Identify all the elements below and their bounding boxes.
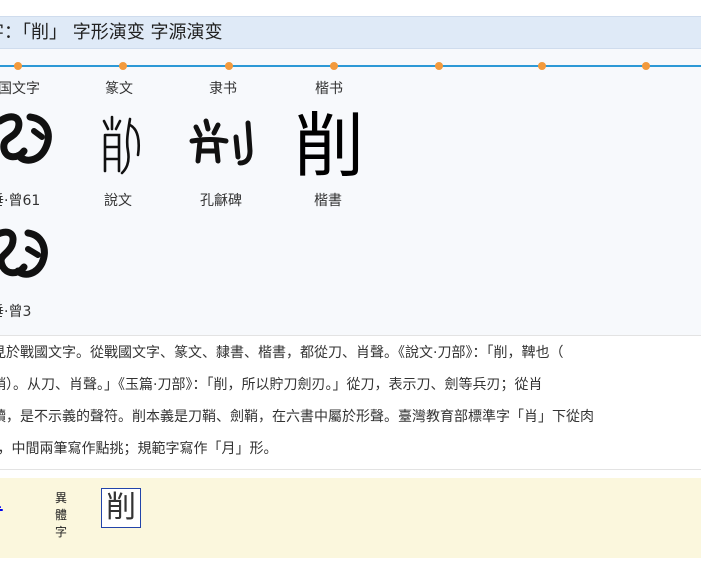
timeline-dot [330, 62, 338, 70]
section-title-bar: 字：「削」 字形演变 字源演变 [0, 16, 701, 49]
timeline-dot [642, 62, 650, 70]
page: 字：「削」 字形演变 字源演变 国文字 篆文 隶书 楷书 削 ·曾61 說文 孔… [0, 0, 701, 569]
section-divider [0, 469, 701, 470]
timeline-dot [538, 62, 546, 70]
stage-label-seal: 篆文 [105, 81, 133, 97]
source-label-clerical: 孔龢碑 [200, 193, 242, 209]
explanation-line: 音讀，是不示義的聲符。削本義是刀鞘、劍鞘，在六書中屬於形聲。臺灣教育部標準字「肖… [0, 409, 594, 425]
etymology-explanation: 始見於戰國文字。從戰國文字、篆文、隸書、楷書，都從刀、肖聲。《說文·刀部》：「削… [0, 344, 701, 466]
source-label-warring-states: 垂·曾61 [0, 193, 41, 209]
stage-label-warring-states: 国文字 [0, 81, 40, 97]
explanation-line: )形，中間兩筆寫作點挑；規範字寫作「月」形。 [0, 441, 278, 457]
stage-label-regular: 楷书 [315, 81, 343, 97]
variant-link[interactable]: 1 [0, 490, 3, 512]
variant-type-label: 異體字 [54, 491, 67, 539]
timeline-dot [225, 62, 233, 70]
variant-glyph: 削 [106, 490, 136, 525]
timeline-dot [435, 62, 443, 70]
stage-label-clerical: 隶书 [209, 81, 237, 97]
section-title: 字：「削」 字形演变 字源演变 [0, 22, 223, 43]
variant-glyph-button[interactable]: 削 [101, 488, 141, 528]
source-label-seal: 說文 [104, 193, 132, 209]
section-divider [0, 335, 701, 336]
seal-script-glyph-image[interactable] [100, 111, 144, 177]
variant-forms-panel: 1 異體字 削 [0, 478, 701, 558]
glyph-evolution-panel: 国文字 篆文 隶书 楷书 削 ·曾61 說文 孔龢碑 楷書 ·曾3 [0, 49, 701, 335]
explanation-line: 始見於戰國文字。從戰國文字、篆文、隸書、楷書，都從刀、肖聲。《說文·刀部》：「削… [0, 345, 564, 361]
clerical-script-glyph-image[interactable] [186, 117, 264, 169]
warring-states-glyph-image-2[interactable] [0, 219, 54, 285]
warring-states-glyph-image[interactable] [0, 107, 60, 173]
timeline-dot [119, 62, 127, 70]
explanation-line: 刀鞘）。从刀、肖聲。」《玉篇·刀部》：「削，所以貯刀劍刃。」從刀，表示刀、劍等兵… [0, 377, 543, 393]
source-label-warring-states-2: 垂·曾3 [0, 304, 32, 320]
timeline-line [0, 65, 701, 67]
timeline-dot [14, 62, 22, 70]
source-label-regular: 楷書 [314, 193, 342, 209]
regular-script-glyph[interactable]: 削 [294, 111, 364, 181]
